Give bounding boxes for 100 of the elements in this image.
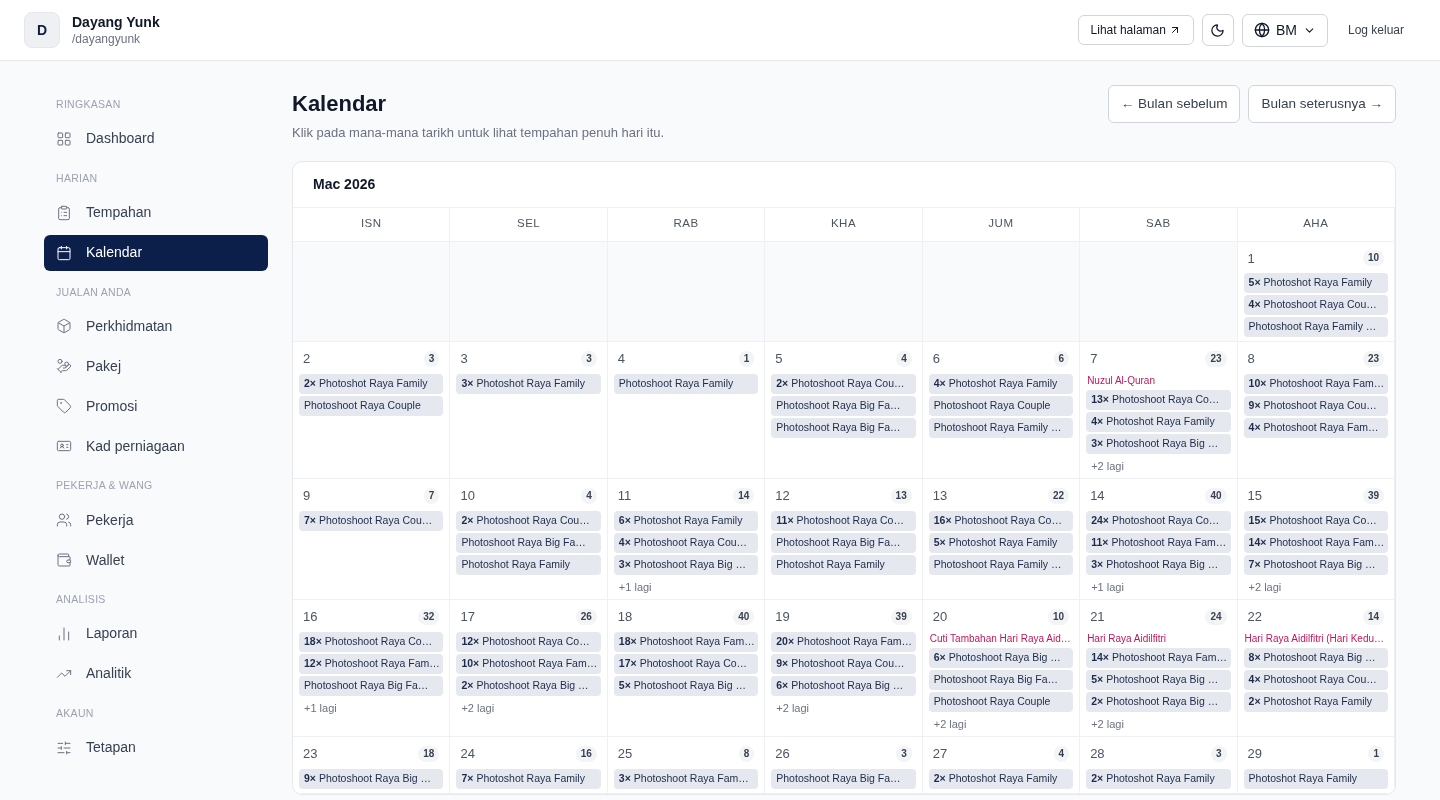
booking-chip[interactable]: 6× Photoshoot Raya Big …: [928, 647, 1074, 668]
booking-chip[interactable]: 20× Photoshoot Raya Fam…: [771, 631, 916, 652]
booking-chip[interactable]: 2× Photoshoot Raya Cou…: [771, 373, 916, 394]
booking-chip[interactable]: Photoshot Raya Family: [1243, 768, 1388, 789]
nav-item[interactable]: Tempahan: [44, 194, 268, 231]
booking-chip[interactable]: 3× Photoshoot Raya Big …: [1086, 433, 1231, 454]
booking-chip[interactable]: Photoshot Raya Family: [456, 554, 601, 575]
booking-chip[interactable]: 18× Photoshoot Raya Fam…: [613, 631, 759, 652]
booking-chip[interactable]: 7× Photoshoot Raya Big …: [1243, 554, 1388, 575]
nav-item[interactable]: Promosi: [44, 388, 268, 425]
day-cell[interactable]: 19 39 20× Photoshoot Raya Fam… 9× Photoshoot Raya Cou… 6× Photoshoot Raya Big … +2 lagi: [765, 600, 923, 737]
day-cell[interactable]: 1 10 5× Photoshot Raya Family 4× Photoshoot Raya Cou… Photoshoot Raya Family …: [1237, 241, 1395, 342]
day-cell[interactable]: 8 23 10× Photoshoot Raya Fam… 9× Photoshoot Raya Cou… 4× Photoshoot Raya Fam…: [1237, 342, 1395, 479]
booking-chip[interactable]: 4× Photoshot Raya Family: [928, 373, 1074, 394]
day-cell[interactable]: 14 40 24× Photoshoot Raya Co… 11× Photoshoot Raya Fam… 3× Photoshoot Raya Big … +1 lagi: [1080, 479, 1238, 600]
booking-chip[interactable]: Photoshoot Raya Big Fa…: [928, 669, 1074, 690]
booking-chip[interactable]: 4× Photoshot Raya Family: [1086, 411, 1231, 432]
logout-button[interactable]: Log keluar: [1347, 21, 1404, 39]
view-page-button[interactable]: Lihat halaman: [1077, 15, 1194, 45]
booking-chip[interactable]: 9× Photoshoot Raya Big …: [299, 768, 444, 789]
day-cell[interactable]: 23 18 9× Photoshoot Raya Big …: [293, 737, 451, 794]
day-cell[interactable]: 9 7 7× Photoshoot Raya Cou…: [293, 479, 451, 600]
booking-chip[interactable]: 8× Photoshoot Raya Big …: [1243, 647, 1388, 668]
nav-item[interactable]: Kad perniagaan: [44, 428, 268, 465]
booking-chip[interactable]: 15× Photoshoot Raya Co…: [1243, 510, 1388, 531]
booking-chip[interactable]: 24× Photoshoot Raya Co…: [1086, 510, 1231, 531]
more-link[interactable]: +2 lagi: [928, 715, 1074, 732]
day-cell[interactable]: 22 14 Hari Raya Aidilfitri (Hari Kedu… 8× Photoshoot Raya Big … 4× Photoshoot Raya Cou… 2× Photoshot Raya Family: [1237, 600, 1395, 737]
day-cell[interactable]: 28 3 2× Photoshot Raya Family: [1080, 737, 1238, 794]
nav-item[interactable]: Pekerja: [44, 502, 268, 538]
nav-item[interactable]: Pakej: [44, 348, 268, 385]
day-cell[interactable]: 2 3 2× Photoshot Raya Family Photoshoot Raya Couple: [293, 342, 451, 479]
day-cell[interactable]: 27 4 2× Photoshot Raya Family: [922, 737, 1081, 794]
booking-chip[interactable]: 17× Photoshoot Raya Co…: [613, 653, 759, 674]
day-cell[interactable]: 20 10 Cuti Tambahan Hari Raya Aid… 6× Photoshoot Raya Big … Photoshoot Raya Big Fa… Photoshoot Raya Couple +2 lagi: [922, 600, 1081, 737]
language-select[interactable]: BM: [1241, 13, 1328, 47]
day-cell[interactable]: 16 32 18× Photoshoot Raya Co… 12× Photoshoot Raya Fam… Photoshoot Raya Big Fa… +1 lagi: [293, 600, 451, 737]
day-cell[interactable]: 26 3 Photoshoot Raya Big Fa…: [765, 737, 923, 794]
booking-chip[interactable]: 4× Photoshoot Raya Fam…: [1243, 417, 1388, 438]
booking-chip[interactable]: 3× Photoshoot Raya Big …: [613, 554, 759, 575]
booking-chip[interactable]: 3× Photoshot Raya Family: [456, 373, 601, 394]
day-cell[interactable]: 17 26 12× Photoshoot Raya Co… 10× Photoshoot Raya Fam… 2× Photoshoot Raya Big … +2 lagi: [450, 600, 608, 737]
booking-chip[interactable]: 2× Photoshoot Raya Cou…: [456, 510, 601, 531]
booking-chip[interactable]: 7× Photoshoot Raya Cou…: [299, 510, 444, 531]
booking-chip[interactable]: Photoshoot Raya Big Fa…: [299, 675, 444, 696]
day-cell[interactable]: 24 16 7× Photoshot Raya Family: [450, 737, 608, 794]
booking-chip[interactable]: 2× Photoshot Raya Family: [1086, 768, 1231, 789]
booking-chip[interactable]: Photoshoot Raya Big Fa…: [771, 395, 916, 416]
nav-item[interactable]: Analitik: [44, 655, 268, 692]
booking-chip[interactable]: 18× Photoshoot Raya Co…: [299, 631, 444, 652]
booking-chip[interactable]: 7× Photoshot Raya Family: [456, 768, 601, 789]
more-link[interactable]: +2 lagi: [1086, 457, 1231, 474]
booking-chip[interactable]: 10× Photoshoot Raya Fam…: [1243, 373, 1388, 394]
booking-chip[interactable]: Photoshoot Raya Family …: [928, 417, 1074, 438]
day-cell[interactable]: 13 22 16× Photoshoot Raya Co… 5× Photoshot Raya Family Photoshoot Raya Family …: [922, 479, 1081, 600]
booking-chip[interactable]: Photoshoot Raya Big Fa…: [456, 532, 601, 553]
booking-chip[interactable]: 9× Photoshoot Raya Cou…: [771, 653, 916, 674]
booking-chip[interactable]: 13× Photoshoot Raya Co…: [1086, 389, 1231, 410]
booking-chip[interactable]: 2× Photoshot Raya Family: [1243, 691, 1388, 712]
booking-chip[interactable]: Photoshoot Raya Couple: [928, 395, 1074, 416]
booking-chip[interactable]: 12× Photoshoot Raya Co…: [456, 631, 601, 652]
booking-chip[interactable]: 10× Photoshoot Raya Fam…: [456, 653, 601, 674]
booking-chip[interactable]: 4× Photoshoot Raya Cou…: [1243, 669, 1388, 690]
booking-chip[interactable]: Photoshoot Raya Family …: [928, 554, 1074, 575]
booking-chip[interactable]: 2× Photoshot Raya Family: [299, 373, 444, 394]
booking-chip[interactable]: 2× Photoshoot Raya Big …: [1086, 691, 1231, 712]
booking-chip[interactable]: 4× Photoshoot Raya Cou…: [613, 532, 759, 553]
booking-chip[interactable]: 14× Photoshoot Raya Fam…: [1086, 647, 1231, 668]
nav-item[interactable]: Tetapan: [44, 729, 268, 766]
booking-chip[interactable]: 12× Photoshoot Raya Fam…: [299, 653, 444, 674]
booking-chip[interactable]: Photoshoot Raya Couple: [299, 395, 444, 416]
booking-chip[interactable]: 6× Photoshot Raya Family: [613, 510, 759, 531]
booking-chip[interactable]: 14× Photoshoot Raya Fam…: [1243, 532, 1388, 553]
previous-month-button[interactable]: ← Bulan sebelum: [1107, 85, 1241, 123]
nav-item[interactable]: Kalendar: [44, 234, 268, 271]
booking-chip[interactable]: 2× Photoshoot Raya Big …: [456, 675, 601, 696]
day-cell[interactable]: 15 39 15× Photoshoot Raya Co… 14× Photoshoot Raya Fam… 7× Photoshoot Raya Big … +2 lagi: [1237, 479, 1395, 600]
nav-item[interactable]: Perkhidmatan: [44, 308, 268, 345]
booking-chip[interactable]: Photoshoot Raya Couple: [928, 691, 1074, 712]
booking-chip[interactable]: 4× Photoshoot Raya Cou…: [1243, 295, 1388, 315]
day-cell[interactable]: 4 1 Photoshoot Raya Family: [607, 342, 766, 479]
day-cell[interactable]: 7 23 Nuzul Al-Quran 13× Photoshoot Raya Co… 4× Photoshot Raya Family 3× Photoshoot Raya Big … +2 lagi: [1080, 342, 1238, 479]
booking-chip[interactable]: 11× Photoshoot Raya Fam…: [1086, 532, 1231, 553]
booking-chip[interactable]: 2× Photoshot Raya Family: [928, 768, 1074, 789]
booking-chip[interactable]: 5× Photoshoot Raya Big …: [1086, 669, 1231, 690]
theme-toggle-button[interactable]: [1201, 14, 1234, 46]
booking-chip[interactable]: 5× Photoshoot Raya Big …: [613, 675, 759, 696]
more-link[interactable]: +2 lagi: [771, 699, 916, 716]
more-link[interactable]: +2 lagi: [456, 699, 601, 716]
day-cell[interactable]: 5 4 2× Photoshoot Raya Cou… Photoshoot Raya Big Fa… Photoshoot Raya Big Fa…: [765, 342, 923, 479]
day-cell[interactable]: 11 14 6× Photoshot Raya Family 4× Photoshoot Raya Cou… 3× Photoshoot Raya Big … +1 lagi: [607, 479, 766, 600]
booking-chip[interactable]: Photoshoot Raya Big Fa…: [771, 768, 916, 789]
nav-item[interactable]: Wallet: [44, 542, 268, 578]
more-link[interactable]: +2 lagi: [1086, 715, 1231, 732]
day-cell[interactable]: 3 3 3× Photoshot Raya Family: [450, 342, 608, 479]
booking-chip[interactable]: 5× Photoshot Raya Family: [928, 532, 1074, 553]
booking-chip[interactable]: 3× Photoshoot Raya Fam…: [613, 768, 759, 789]
more-link[interactable]: +1 lagi: [299, 699, 444, 716]
booking-chip[interactable]: Photoshoot Raya Big Fa…: [771, 417, 916, 438]
more-link[interactable]: +2 lagi: [1243, 578, 1388, 595]
